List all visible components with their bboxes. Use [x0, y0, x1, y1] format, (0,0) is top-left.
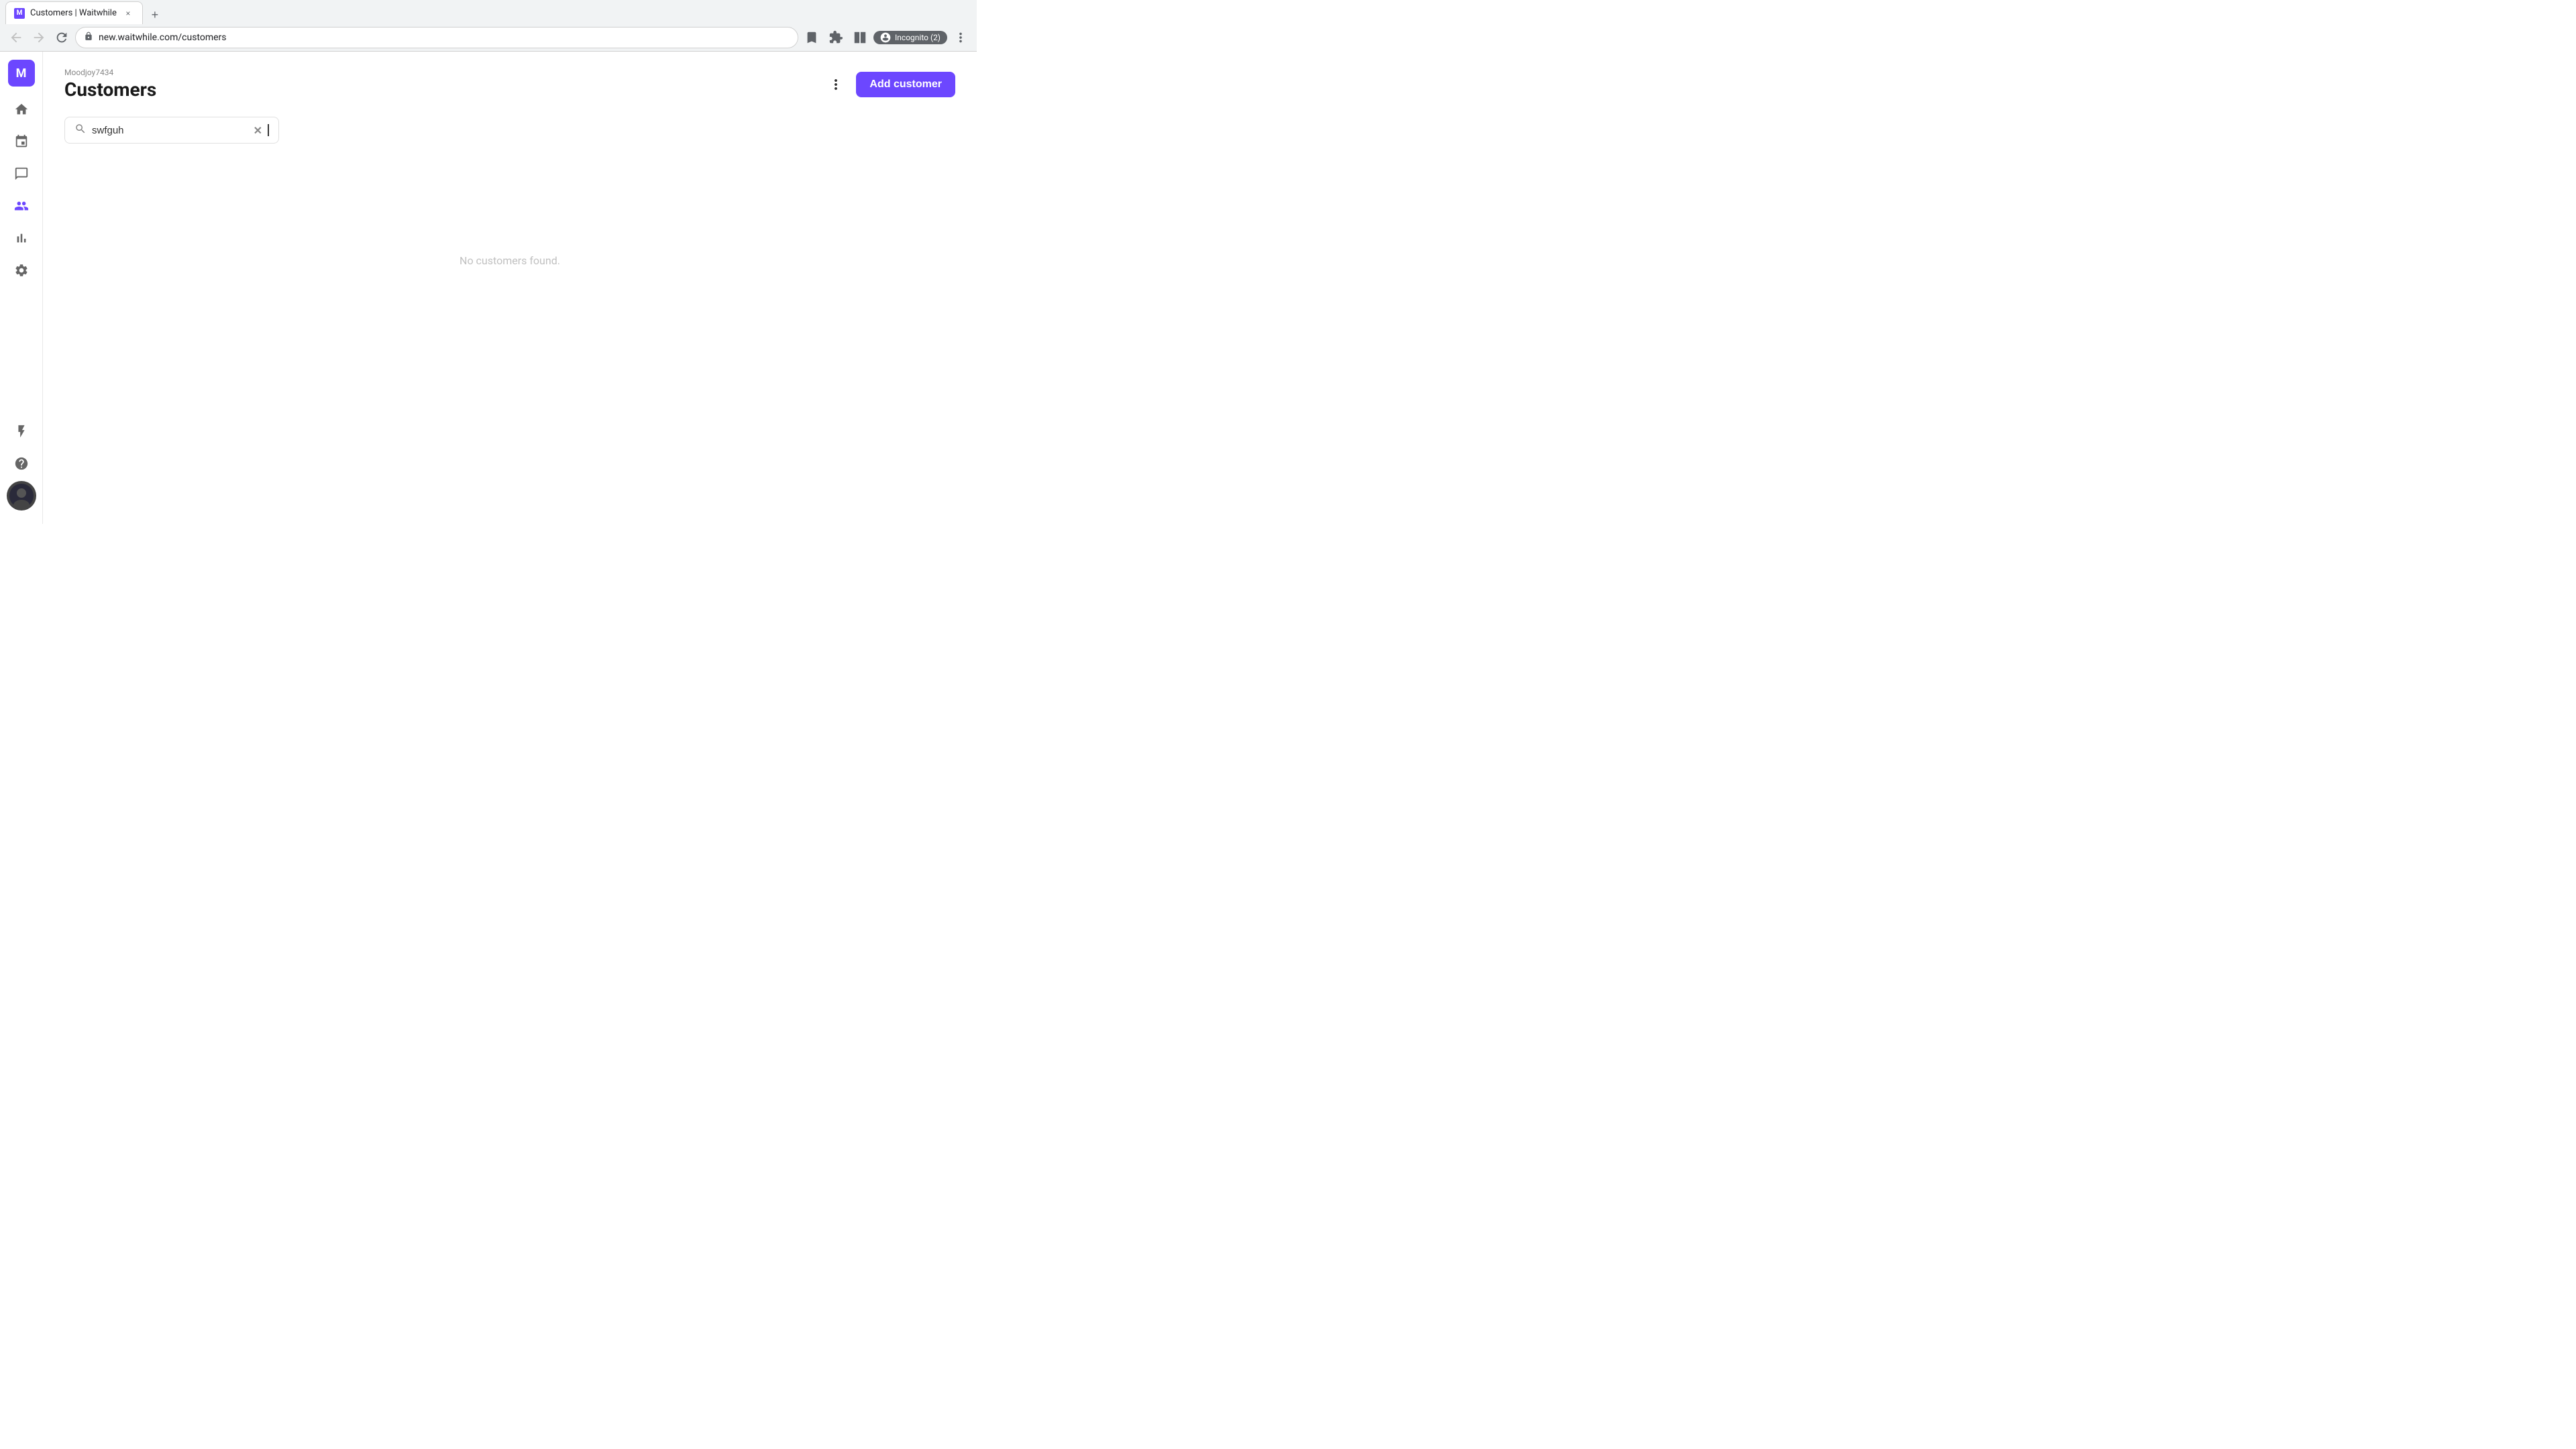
incognito-badge[interactable]: Incognito (2)	[873, 31, 947, 44]
browser-more-button[interactable]	[950, 27, 971, 48]
search-clear-button[interactable]: ✕	[254, 124, 262, 137]
sidebar-user-avatar[interactable]	[7, 481, 36, 511]
main-content: Moodjoy7434 Customers Add customer ✕ No …	[43, 52, 977, 524]
sidebar-item-calendar[interactable]	[7, 127, 36, 156]
extensions-button[interactable]	[825, 27, 847, 48]
active-tab[interactable]: M Customers | Waitwhile ×	[5, 1, 143, 24]
page-header-left: Moodjoy7434 Customers	[64, 68, 156, 101]
forward-button[interactable]	[28, 27, 50, 48]
search-container: ✕	[64, 117, 279, 144]
text-cursor	[268, 124, 269, 136]
sidebar-item-home[interactable]	[7, 95, 36, 124]
sidebar-item-settings[interactable]	[7, 256, 36, 285]
breadcrumb: Moodjoy7434	[64, 68, 156, 77]
back-button[interactable]	[5, 27, 27, 48]
url-text: new.waitwhile.com/customers	[99, 32, 790, 43]
split-screen-button[interactable]	[849, 27, 871, 48]
page-title: Customers	[64, 78, 156, 101]
sidebar-item-lightning[interactable]	[7, 417, 36, 446]
app-layout: M	[0, 52, 977, 524]
tab-favicon: M	[14, 8, 25, 19]
new-tab-button[interactable]: +	[146, 5, 164, 24]
sidebar-item-help[interactable]	[7, 449, 36, 478]
page-header: Moodjoy7434 Customers Add customer	[64, 68, 955, 101]
empty-state-text: No customers found.	[460, 254, 560, 267]
browser-toolbar: new.waitwhile.com/customers Incognito (2…	[0, 24, 977, 51]
reload-button[interactable]	[51, 27, 72, 48]
sidebar-item-customers[interactable]	[7, 191, 36, 221]
sidebar-nav	[7, 95, 36, 414]
more-options-button[interactable]	[824, 72, 848, 97]
lock-icon	[84, 32, 93, 44]
sidebar-brand-avatar[interactable]: M	[8, 60, 35, 87]
add-customer-button[interactable]: Add customer	[856, 72, 955, 97]
tab-bar: M Customers | Waitwhile × +	[0, 0, 977, 24]
address-bar[interactable]: new.waitwhile.com/customers	[75, 27, 798, 48]
toolbar-right: Incognito (2)	[801, 27, 971, 48]
sidebar-item-analytics[interactable]	[7, 223, 36, 253]
sidebar-item-messages[interactable]	[7, 159, 36, 189]
sidebar: M	[0, 52, 43, 524]
tab-close-button[interactable]: ×	[122, 7, 134, 19]
bookmark-button[interactable]	[801, 27, 822, 48]
empty-state: No customers found.	[64, 160, 955, 361]
search-icon	[74, 123, 87, 138]
search-input[interactable]	[92, 125, 248, 136]
page-header-right: Add customer	[824, 72, 955, 97]
nav-buttons	[5, 27, 72, 48]
incognito-label: Incognito (2)	[895, 33, 941, 42]
browser-chrome: M Customers | Waitwhile × + new.waitwhil…	[0, 0, 977, 52]
tab-title: Customers | Waitwhile	[30, 8, 117, 18]
sidebar-bottom	[7, 417, 36, 516]
